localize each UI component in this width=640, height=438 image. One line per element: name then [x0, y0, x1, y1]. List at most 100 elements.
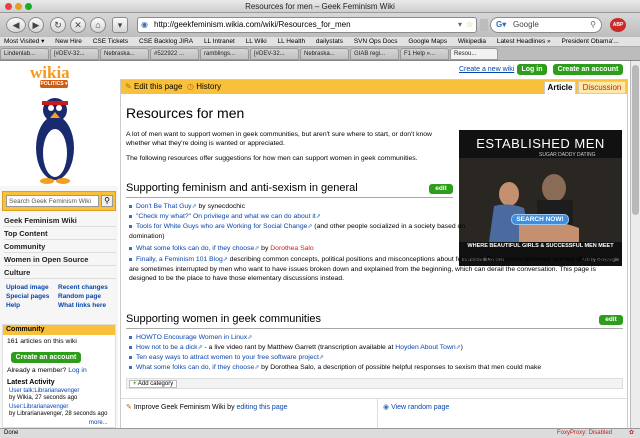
bookmark-item[interactable]: New Hire [55, 38, 82, 45]
reload-button[interactable]: ↻ [50, 17, 66, 33]
search-placeholder: Google [513, 20, 539, 29]
wiki-search-input[interactable]: Search Geek Feminism Wiki [6, 195, 99, 207]
resource-link[interactable]: Ten easy ways to attract women to your f… [136, 354, 319, 361]
browser-tab[interactable]: #522922 ... [150, 48, 199, 60]
recent-changes-link[interactable]: Recent changes [58, 283, 108, 292]
help-link[interactable]: Help [6, 301, 20, 310]
minimize-window-icon[interactable] [15, 3, 22, 10]
footer-divider [377, 399, 378, 428]
upload-image-link[interactable]: Upload image [6, 283, 49, 292]
resource-desc: - a live video rant by Matthew Garrett (… [202, 344, 396, 351]
bookmark-item[interactable]: Latest Headlines » [497, 38, 551, 45]
browser-tab[interactable]: GIAB regi... [350, 48, 399, 60]
wiki-search-icon[interactable]: ⚲ [101, 195, 113, 207]
sidebar-item-culture[interactable]: Culture [4, 267, 116, 279]
page-scrollbar[interactable] [630, 61, 640, 428]
web-search-input[interactable]: G▾ Google ⚲ [490, 17, 602, 33]
zoom-window-icon[interactable] [25, 3, 32, 10]
special-pages-link[interactable]: Special pages [6, 292, 49, 301]
sidebar-item-community[interactable]: Community [4, 241, 116, 253]
resource-link[interactable]: "Check my what?" On privilege and what w… [136, 213, 316, 220]
status-bar: Done FoxyProxy: Disabled ✿ [0, 428, 640, 438]
add-category-button[interactable]: + Add category [129, 380, 178, 388]
bookmark-item[interactable]: SVN Ops Docs [354, 38, 398, 45]
browser-tab[interactable]: Lindenlab... [0, 48, 49, 60]
resource-link[interactable]: HOWTO Encourage Women in Linux [136, 334, 247, 341]
forward-button[interactable]: ▶ [28, 17, 44, 33]
url-bar[interactable]: ◉ http://geekfeminism.wikia.com/wiki/Res… [137, 17, 477, 33]
article-area: ✎ Edit this page ◷ History Article Discu… [120, 79, 628, 428]
browser-tab[interactable]: [#DEV-32... [250, 48, 299, 60]
window-title: Resources for men – Geek Feminism Wiki [245, 2, 395, 11]
resource-link[interactable]: Finally, a Feminism 101 Blog [136, 256, 223, 263]
scrollbar-thumb[interactable] [632, 65, 639, 215]
browser-tab[interactable]: Nebraska... [300, 48, 349, 60]
browser-tab[interactable]: F1 Help »... [400, 48, 449, 60]
foxyproxy-status[interactable]: FoxyProxy: Disabled [557, 429, 612, 438]
bookmark-item[interactable]: LL Health [277, 38, 305, 45]
sidebar-item-women-open-source[interactable]: Women in Open Source [4, 254, 116, 266]
create-account-button[interactable]: Create an account [553, 64, 623, 75]
bookmark-item[interactable]: LL Wiki [246, 38, 267, 45]
google-engine-icon[interactable]: G▾ [496, 18, 506, 32]
section-heading-geek-communities: Supporting women in geek communities [126, 313, 322, 325]
bookmark-item[interactable]: President Obama'... [561, 38, 618, 45]
browser-tab-active[interactable]: Resou... [450, 48, 498, 60]
resource-link[interactable]: What some folks can do, if they choose [136, 364, 254, 371]
back-button[interactable]: ◀ [6, 17, 26, 33]
wiki-penguin-logo[interactable] [28, 93, 82, 185]
browser-tab[interactable]: ramblings... [200, 48, 249, 60]
home-button[interactable]: ⌂ [90, 17, 106, 33]
random-page-action[interactable]: ◉ View random page [383, 403, 449, 411]
section-edit-button[interactable]: edit [599, 315, 623, 325]
sidebar-create-account-button[interactable]: Create an account [11, 352, 81, 363]
what-links-here-link[interactable]: What links here [58, 301, 106, 310]
external-link-icon: ⇗ [318, 355, 324, 361]
section-edit-button[interactable]: edit [429, 184, 453, 194]
addon-icon[interactable]: ✿ [629, 429, 634, 438]
bookmark-item[interactable]: LL Intranet [204, 38, 235, 45]
section-heading-feminism: Supporting feminism and anti-sexism in g… [126, 182, 358, 194]
activity-link[interactable]: User talk:Librarianavenger [9, 388, 79, 394]
activity-link[interactable]: User:Librarianavenger [9, 404, 68, 410]
url-dropdown-icon[interactable]: ▾ [458, 18, 462, 32]
stop-button[interactable]: ✕ [70, 17, 86, 33]
resource-link[interactable]: Tools for White Guys who are Working for… [136, 223, 307, 230]
close-window-icon[interactable] [5, 3, 12, 10]
browser-tab[interactable]: Nebraska... [100, 48, 149, 60]
resource-link[interactable]: Hoyden About Town [395, 344, 455, 351]
wikia-hub-label[interactable]: POLITICS ▾ [40, 80, 68, 88]
resource-link[interactable]: Don't Be That Guy [136, 203, 192, 210]
tab-article[interactable]: Article [544, 81, 576, 94]
bookmark-item[interactable]: Most Visited ▾ [4, 38, 44, 45]
create-wiki-link[interactable]: Create a new wiki [459, 66, 514, 73]
random-page-link[interactable]: View random page [391, 404, 449, 411]
url-resize-grip[interactable] [480, 19, 488, 31]
search-icon[interactable]: ⚲ [590, 18, 596, 32]
bullet [129, 224, 132, 228]
bookmark-item[interactable]: CSE Backlog JIRA [139, 38, 193, 45]
bookmark-item[interactable]: CSE Tickets [93, 38, 128, 45]
sidebar-item-home[interactable]: Geek Feminism Wiki [4, 215, 116, 227]
bookmark-item[interactable]: Google Maps [408, 38, 447, 45]
resource-link[interactable]: How not to be a dick [136, 344, 198, 351]
bookmark-star-icon[interactable]: ☆ [466, 18, 473, 32]
history-action[interactable]: ◷ History [187, 82, 221, 91]
bookmark-item[interactable]: dailystats [316, 38, 343, 45]
editing-this-page-link[interactable]: editing this page [237, 404, 288, 411]
sidebar-login-link[interactable]: Log in [68, 367, 87, 374]
resource-link[interactable]: What some folks can do, if they choose [136, 245, 254, 252]
random-page-link[interactable]: Random page [58, 292, 101, 301]
login-button[interactable]: Log in [517, 64, 547, 75]
download-icon[interactable]: ▾ [112, 17, 128, 33]
sidebar-item-top-content[interactable]: Top Content [4, 228, 116, 240]
more-activity-link[interactable]: more... [89, 420, 108, 426]
ad-search-now-button[interactable]: SEARCH NOW! [511, 214, 569, 225]
bookmark-item[interactable]: Wikipedia [458, 38, 486, 45]
edit-page-action[interactable]: ✎ Edit this page [125, 82, 182, 91]
author-link[interactable]: Dorothea Salo [270, 245, 313, 252]
adblock-icon[interactable]: ABP [610, 18, 626, 32]
tab-discussion[interactable]: Discussion [578, 81, 626, 94]
site-favicon-icon: ◉ [141, 20, 148, 29]
browser-tab[interactable]: [#DEV-32... [50, 48, 99, 60]
